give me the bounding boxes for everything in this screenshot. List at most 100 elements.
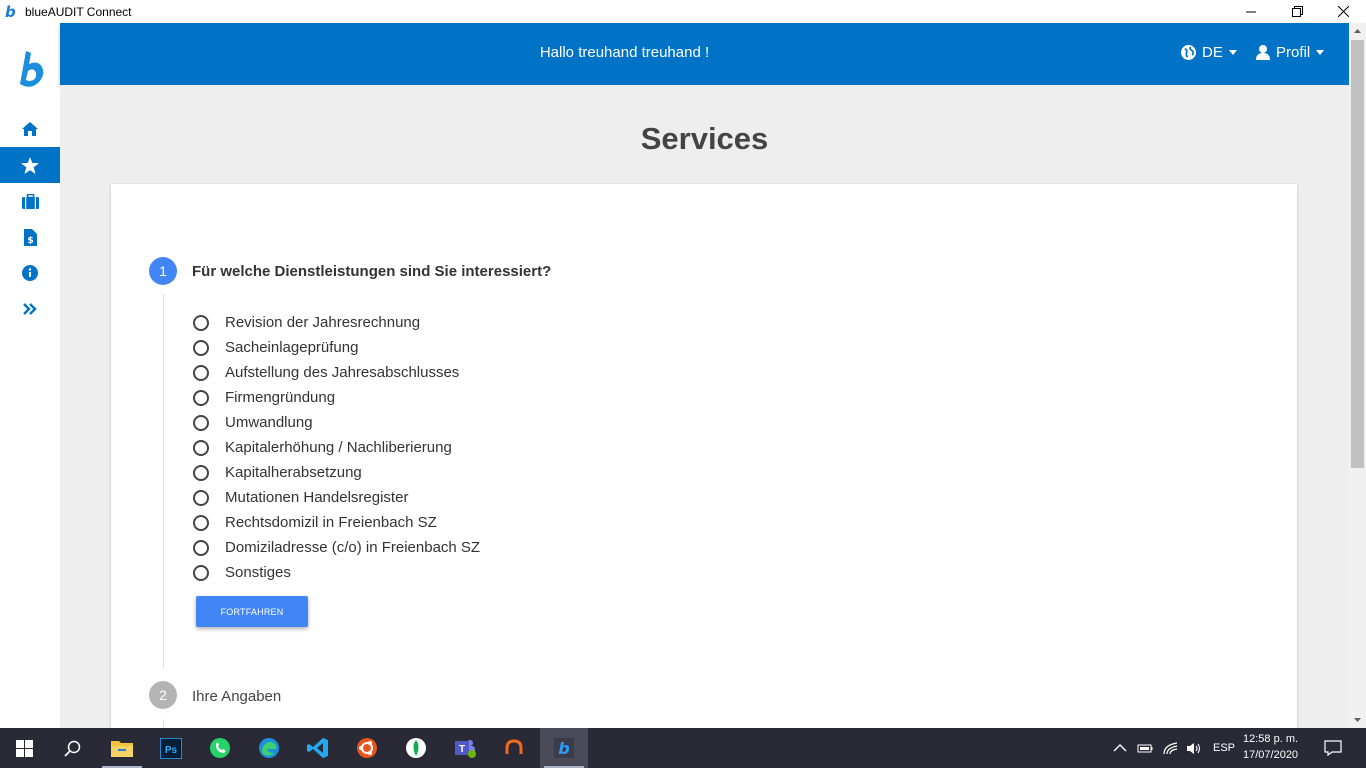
taskbar-ubuntu[interactable]: [343, 728, 391, 768]
svg-text:T: T: [459, 744, 465, 755]
radio-button[interactable]: [193, 439, 209, 456]
app-header: Hallo treuhand treuhand ! DE Profil: [60, 23, 1349, 85]
radio-button[interactable]: [193, 564, 209, 581]
taskbar-edge[interactable]: [245, 728, 293, 768]
star-icon: [21, 156, 39, 174]
service-option[interactable]: Revision der Jahresrechnung: [193, 310, 480, 335]
taskbar-mongodb[interactable]: [392, 728, 440, 768]
sidebar-item-cases[interactable]: [0, 183, 60, 219]
option-label: Kapitalerhöhung / Nachliberierung: [225, 439, 452, 456]
option-label: Mutationen Handelsregister: [225, 489, 409, 506]
teams-icon: T: [455, 740, 476, 758]
service-option[interactable]: Sonstiges: [193, 560, 480, 585]
radio-button[interactable]: [193, 364, 209, 381]
scroll-down-icon[interactable]: [1349, 711, 1366, 728]
home-icon: [22, 122, 38, 136]
minimize-icon: [1246, 11, 1256, 12]
sidebar-item-invoices[interactable]: $: [0, 219, 60, 255]
briefcase-icon: [21, 193, 39, 209]
services-card: 1 Für welche Dienstleistungen sind Sie i…: [111, 184, 1297, 749]
volume-icon[interactable]: [1186, 742, 1203, 755]
radio-button[interactable]: [193, 339, 209, 356]
search-icon: [63, 740, 80, 757]
close-window-button[interactable]: [1320, 0, 1366, 23]
radio-button[interactable]: [193, 539, 209, 556]
radio-button[interactable]: [193, 489, 209, 506]
restore-button[interactable]: [1274, 0, 1320, 23]
greeting-text: Hallo treuhand treuhand !: [539, 44, 710, 61]
notification-icon: [1324, 740, 1342, 756]
radio-button[interactable]: [193, 314, 209, 331]
wifi-icon[interactable]: [1163, 741, 1178, 755]
radio-button[interactable]: [193, 389, 209, 406]
step-2-title[interactable]: Ihre Angaben: [192, 688, 281, 705]
mongodb-icon: [406, 738, 426, 758]
taskbar-whatsapp[interactable]: [196, 728, 244, 768]
edge-icon: [259, 738, 279, 758]
taskbar-app-orange[interactable]: [490, 728, 538, 768]
taskbar-vscode[interactable]: [294, 728, 342, 768]
restore-icon: [1291, 6, 1303, 17]
service-option[interactable]: Kapitalerhöhung / Nachliberierung: [193, 435, 480, 460]
radio-button[interactable]: [193, 414, 209, 431]
continue-button[interactable]: FORTFAHREN: [196, 596, 308, 627]
language-dropdown[interactable]: DE: [1181, 44, 1237, 61]
main-content: Services 1 Für welche Dienstleistungen s…: [60, 85, 1349, 749]
option-label: Rechtsdomizil in Freienbach SZ: [225, 514, 437, 531]
profile-dropdown[interactable]: Profil: [1256, 44, 1325, 61]
sidebar-item-services[interactable]: [0, 147, 60, 183]
service-option[interactable]: Domiziladresse (c/o) in Freienbach SZ: [193, 535, 480, 560]
option-label: Domiziladresse (c/o) in Freienbach SZ: [225, 539, 481, 556]
step-connector: [163, 294, 164, 669]
sidebar-item-expand[interactable]: [0, 291, 60, 327]
minimize-button[interactable]: [1228, 0, 1274, 23]
globe-icon: [1181, 45, 1196, 60]
vertical-scrollbar[interactable]: [1349, 23, 1366, 728]
step-1-title: Für welche Dienstleistungen sind Sie int…: [192, 263, 552, 280]
language-label: DE: [1202, 44, 1223, 61]
headphones-icon: [505, 739, 523, 754]
whatsapp-icon: [210, 738, 230, 758]
window-titlebar: b blueAUDIT Connect: [0, 0, 1366, 23]
clock-time: 12:58 p. m.: [1243, 733, 1299, 745]
vscode-icon: [307, 738, 328, 758]
taskbar-file-explorer[interactable]: [98, 728, 146, 768]
option-label: Kapitalherabsetzung: [225, 464, 362, 481]
taskbar-photoshop[interactable]: Ps: [147, 728, 195, 768]
option-label: Sacheinlageprüfung: [225, 339, 359, 356]
system-tray: ESP: [1113, 728, 1235, 768]
radio-button[interactable]: [193, 464, 209, 481]
service-option[interactable]: Kapitalherabsetzung: [193, 460, 480, 485]
taskbar: Ps T b ESP 12:58 p. m. 17/07/2020: [0, 728, 1366, 768]
service-option[interactable]: Firmengründung: [193, 385, 480, 410]
sidebar-item-info[interactable]: [0, 255, 60, 291]
taskbar-blueaudit[interactable]: b: [540, 728, 588, 768]
notifications-button[interactable]: [1310, 728, 1356, 768]
sidebar-item-home[interactable]: [0, 111, 60, 147]
app-logo-icon: b: [5, 2, 16, 21]
chevron-up-icon[interactable]: [1113, 743, 1127, 753]
input-language[interactable]: ESP: [1213, 742, 1235, 754]
radio-button[interactable]: [193, 514, 209, 531]
info-icon: [22, 265, 38, 281]
service-option[interactable]: Sacheinlageprüfung: [193, 335, 480, 360]
blueaudit-icon: b: [554, 738, 574, 758]
scroll-up-icon[interactable]: [1349, 23, 1366, 40]
battery-icon[interactable]: [1137, 742, 1153, 754]
taskbar-teams[interactable]: T: [441, 728, 489, 768]
windows-icon: [15, 739, 33, 757]
clock[interactable]: 12:58 p. m. 17/07/2020: [1243, 731, 1313, 763]
search-button[interactable]: [48, 728, 96, 768]
invoice-icon: $: [23, 228, 37, 246]
svg-text:Ps: Ps: [165, 745, 178, 756]
clock-date: 17/07/2020: [1243, 749, 1299, 761]
step-2-indicator[interactable]: 2: [149, 681, 177, 709]
scrollbar-thumb[interactable]: [1351, 40, 1364, 468]
page-title: Services: [640, 121, 769, 156]
service-option[interactable]: Aufstellung des Jahresabschlusses: [193, 360, 480, 385]
start-button[interactable]: [0, 728, 48, 768]
service-option[interactable]: Rechtsdomizil in Freienbach SZ: [193, 510, 480, 535]
service-option[interactable]: Umwandlung: [193, 410, 480, 435]
user-icon: [1256, 45, 1270, 60]
service-option[interactable]: Mutationen Handelsregister: [193, 485, 480, 510]
